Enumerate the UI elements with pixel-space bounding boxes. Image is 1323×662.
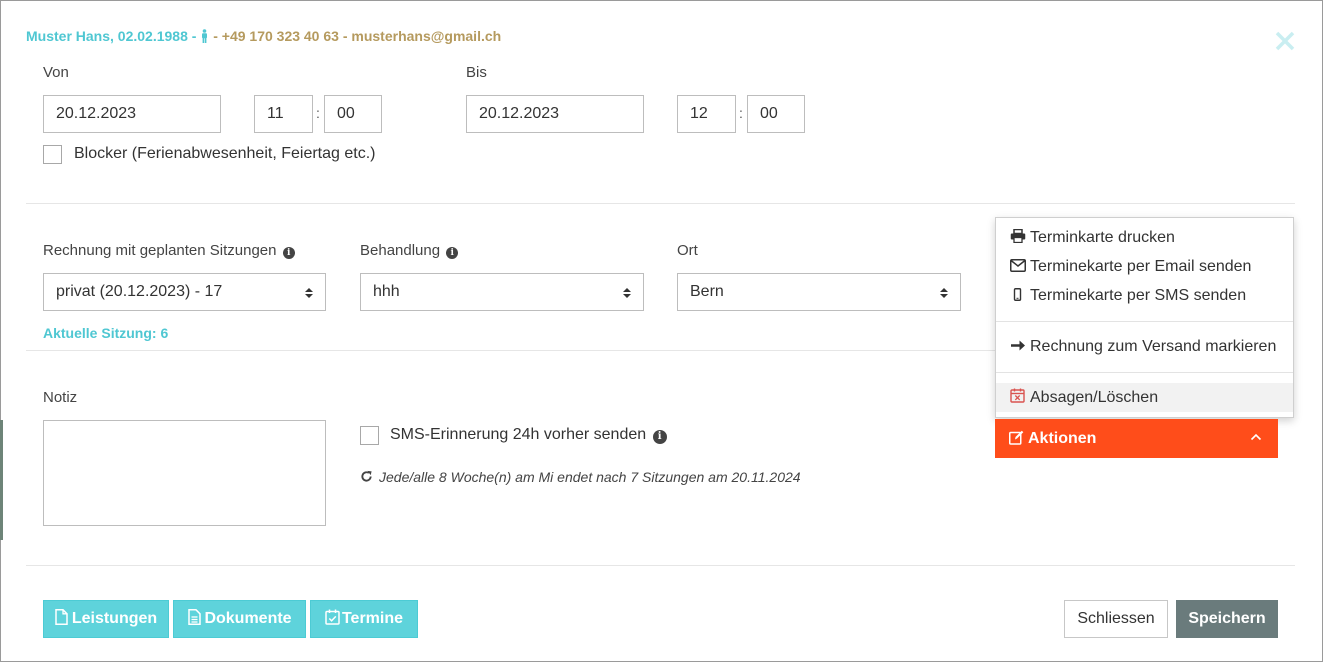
speichern-button[interactable]: Speichern — [1176, 600, 1278, 638]
blocker-label: Blocker (Ferienabwesenheit, Feiertag etc… — [74, 145, 376, 162]
file-icon — [55, 603, 69, 625]
behandlung-select[interactable]: hhh — [360, 273, 644, 311]
menu-item-label: Terminkarte drucken — [1030, 229, 1175, 246]
schliessen-button[interactable]: Schliessen — [1064, 600, 1168, 638]
bis-hour-input[interactable]: 12 — [677, 95, 736, 133]
menu-item-label: Rechnung zum Versand markieren — [1030, 338, 1277, 355]
divider — [26, 350, 995, 351]
recurrence-info: Jede/alle 8 Woche(n) am Mi endet nach 7 … — [360, 469, 801, 485]
background-edge — [0, 420, 3, 540]
von-date-input[interactable]: 20.12.2023 — [43, 95, 221, 133]
sms-reminder-label-text: SMS-Erinnerung 24h vorher senden — [390, 426, 647, 443]
select-caret-icon — [940, 288, 948, 298]
menu-item-rechnung-markieren[interactable]: Rechnung zum Versand markieren — [996, 332, 1293, 361]
behandlung-label: Behandlung i — [360, 242, 459, 259]
aktuelle-sitzung: Aktuelle Sitzung: 6 — [43, 325, 169, 341]
leistungen-button[interactable]: Leistungen — [43, 600, 169, 638]
header-sep-2: - — [338, 28, 352, 44]
notiz-label: Notiz — [43, 389, 78, 406]
patient-email[interactable]: musterhans@gmail.ch — [351, 28, 501, 44]
menu-item-sms-senden[interactable]: Terminekarte per SMS senden — [996, 281, 1293, 310]
divider — [26, 203, 1295, 204]
patient-phone[interactable]: +49 170 323 40 63 — [222, 28, 339, 44]
menu-item-label: Absagen/Löschen — [1030, 389, 1159, 406]
behandlung-label-text: Behandlung — [360, 242, 441, 259]
envelope-icon — [1010, 253, 1028, 272]
blocker-checkbox[interactable] — [43, 145, 62, 164]
male-icon — [200, 28, 213, 44]
menu-item-absagen-loeschen[interactable]: Absagen/Löschen — [996, 383, 1293, 412]
menu-separator — [996, 372, 1293, 373]
leistungen-button-label: Leistungen — [71, 610, 158, 627]
sms-reminder-label: SMS-Erinnerung 24h vorher senden i — [390, 426, 667, 444]
bis-time-separator: : — [739, 105, 743, 121]
actions-dropdown-menu: Terminkarte drucken Terminekarte per Ema… — [995, 217, 1294, 418]
dokumente-button-label: Dokumente — [204, 610, 292, 627]
calendar-check-icon — [325, 603, 340, 625]
refresh-icon — [361, 470, 372, 482]
behandlung-select-value: hhh — [373, 283, 400, 300]
notiz-textarea[interactable] — [43, 420, 326, 526]
mobile-icon — [1010, 282, 1028, 301]
file-text-icon — [187, 603, 201, 625]
divider — [26, 565, 1295, 566]
info-icon[interactable]: i — [282, 247, 295, 259]
calendar-x-icon — [1010, 384, 1028, 403]
von-minute-input[interactable]: 00 — [324, 95, 382, 133]
termine-button-label: Termine — [341, 610, 404, 627]
rechnung-select-value: privat (20.12.2023) - 17 — [56, 283, 223, 300]
select-caret-icon — [305, 288, 313, 298]
info-icon[interactable]: i — [446, 247, 459, 259]
bis-label: Bis — [466, 64, 487, 81]
edit-icon — [1009, 430, 1024, 445]
ort-select[interactable]: Bern — [677, 273, 961, 311]
info-icon[interactable]: i — [652, 430, 667, 444]
select-caret-icon — [623, 288, 631, 298]
rechnung-label-text: Rechnung mit geplanten Sitzungen — [43, 242, 277, 259]
menu-item-terminkarte-drucken[interactable]: Terminkarte drucken — [996, 223, 1293, 252]
arrow-right-icon — [1010, 333, 1028, 351]
menu-separator — [996, 321, 1293, 322]
rechnung-select[interactable]: privat (20.12.2023) - 17 — [43, 273, 326, 311]
menu-item-label: Terminekarte per Email senden — [1030, 258, 1252, 275]
menu-item-label: Terminekarte per SMS senden — [1030, 287, 1247, 304]
von-label: Von — [43, 64, 69, 81]
chevron-up-icon — [1250, 433, 1262, 441]
ort-select-value: Bern — [690, 283, 724, 300]
termine-button[interactable]: Termine — [310, 600, 418, 638]
von-hour-input[interactable]: 11 — [254, 95, 313, 133]
aktionen-button-label: Aktionen — [1028, 430, 1097, 447]
printer-icon — [1010, 224, 1028, 244]
close-icon[interactable] — [1272, 28, 1298, 54]
aktionen-button[interactable]: Aktionen — [995, 419, 1278, 458]
patient-name-dob: Muster Hans, 02.02.1988 - — [26, 28, 197, 44]
patient-header: Muster Hans, 02.02.1988 - - +49 170 323 … — [26, 28, 501, 44]
bis-date-input[interactable]: 20.12.2023 — [466, 95, 644, 133]
bis-minute-input[interactable]: 00 — [747, 95, 805, 133]
dokumente-button[interactable]: Dokumente — [173, 600, 306, 638]
sms-reminder-checkbox[interactable] — [360, 426, 379, 445]
menu-item-email-senden[interactable]: Terminekarte per Email senden — [996, 252, 1293, 281]
recurrence-text: Jede/alle 8 Woche(n) am Mi endet nach 7 … — [379, 469, 801, 485]
ort-label: Ort — [677, 242, 698, 259]
rechnung-label: Rechnung mit geplanten Sitzungen i — [43, 242, 295, 259]
header-sep-1: - — [213, 28, 222, 44]
von-time-separator: : — [316, 105, 320, 121]
